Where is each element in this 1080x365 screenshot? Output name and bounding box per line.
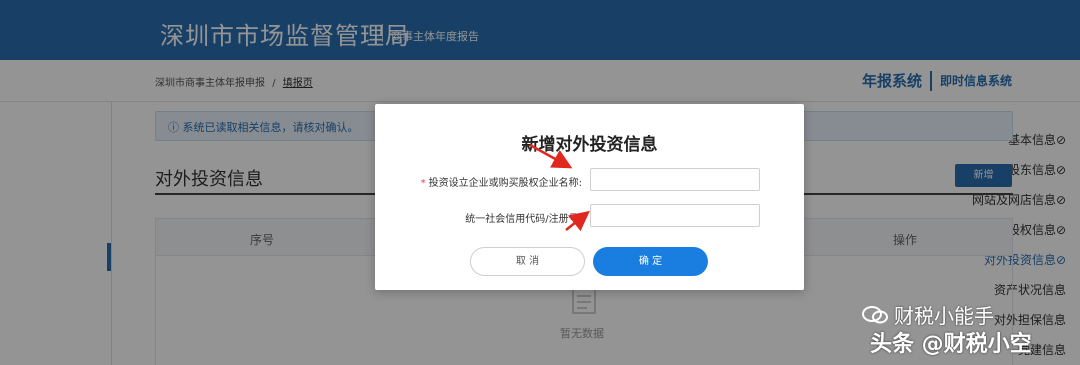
wechat-icon	[862, 305, 888, 323]
credit-code-input[interactable]	[590, 204, 760, 227]
credit-code-label: 统一社会信用代码/注册号:	[465, 214, 582, 225]
company-name-label-text: 投资设立企业或购买股权企业名称:	[428, 178, 582, 189]
watermark-source: 头条 @财税小空	[870, 332, 1032, 357]
required-marker: *	[420, 178, 426, 189]
confirm-button[interactable]: 确 定	[593, 247, 708, 276]
watermark-line1: 财税小能手	[894, 304, 994, 328]
add-investment-dialog: 新增对外投资信息 * 投资设立企业或购买股权企业名称: 统一社会信用代码/注册号:…	[375, 104, 804, 290]
dialog-title: 新增对外投资信息	[521, 135, 658, 155]
watermark-account: 财税小能手	[862, 300, 994, 329]
company-name-label: * 投资设立企业或购买股权企业名称:	[421, 174, 582, 189]
cancel-button[interactable]: 取 消	[470, 247, 585, 276]
company-name-input[interactable]	[590, 168, 760, 191]
